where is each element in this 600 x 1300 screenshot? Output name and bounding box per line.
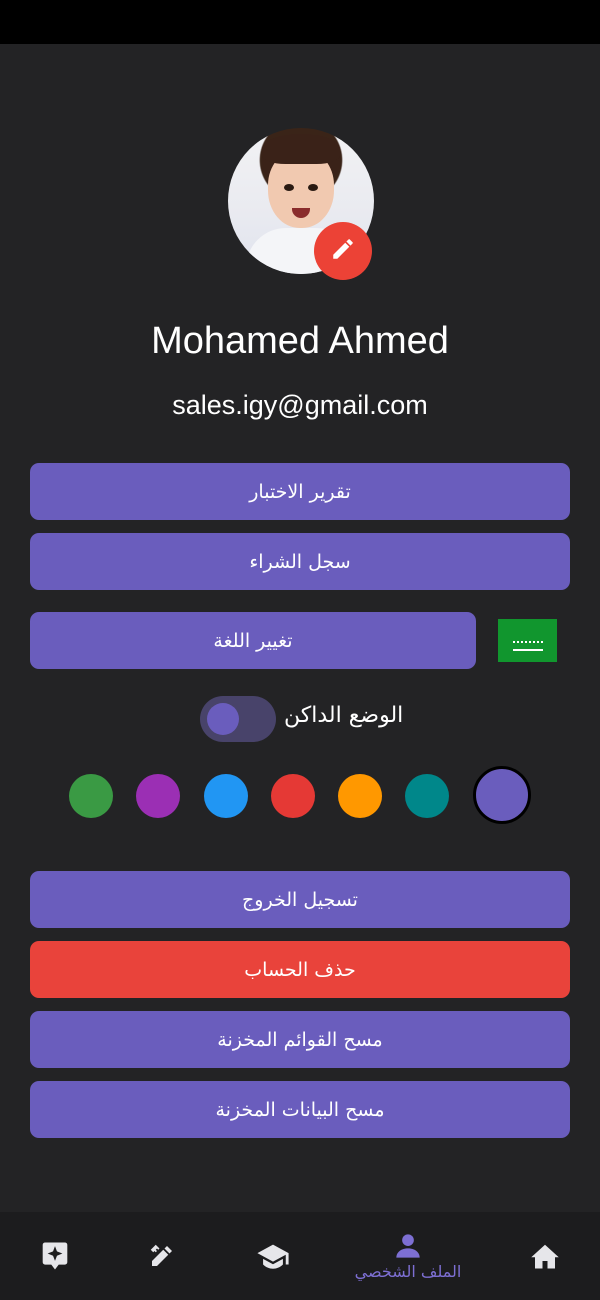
dark-mode-label: الوضع الداكن xyxy=(284,703,404,728)
test-report-button[interactable]: تقرير الاختبار xyxy=(30,463,570,520)
home-icon xyxy=(530,1242,560,1270)
user-name: Mohamed Ahmed xyxy=(151,320,449,362)
color-swatch-orange[interactable] xyxy=(338,774,382,818)
nav-item-home[interactable] xyxy=(495,1212,595,1300)
logout-button[interactable]: تسجيل الخروج xyxy=(30,871,570,928)
nav-item-ai[interactable] xyxy=(5,1212,105,1300)
theme-color-picker xyxy=(0,766,600,826)
color-swatch-blue[interactable] xyxy=(204,774,248,818)
clear-cached-data-button[interactable]: مسح البيانات المخزنة xyxy=(30,1081,570,1138)
change-language-button[interactable]: تغيير اللغة xyxy=(30,612,476,669)
color-swatch-green[interactable] xyxy=(69,774,113,818)
bottom-navigation: الملف الشخصي xyxy=(0,1212,600,1300)
dark-mode-row: الوضع الداكن xyxy=(200,696,420,746)
dark-mode-toggle[interactable] xyxy=(200,696,276,742)
avatar-container xyxy=(228,128,374,280)
edit-avatar-button[interactable] xyxy=(314,222,372,280)
status-bar xyxy=(0,0,600,44)
color-swatch-red[interactable] xyxy=(271,774,315,818)
nav-label-profile: الملف الشخصي xyxy=(354,1261,462,1281)
person-icon xyxy=(394,1232,422,1260)
toggle-knob xyxy=(207,703,239,735)
user-email: sales.igy@gmail.com xyxy=(172,390,428,420)
graduation-cap-icon xyxy=(256,1241,290,1271)
nav-item-courses[interactable] xyxy=(223,1212,323,1300)
color-swatch-indigo-selected[interactable] xyxy=(473,766,531,824)
delete-account-button[interactable]: حذف الحساب xyxy=(30,941,570,998)
purchase-history-button[interactable]: سجل الشراء xyxy=(30,533,570,590)
color-swatch-purple[interactable] xyxy=(136,774,180,818)
sparkle-card-icon xyxy=(40,1240,70,1272)
pencil-icon xyxy=(330,236,356,266)
clear-cached-lists-button[interactable]: مسح القوائم المخزنة xyxy=(30,1011,570,1068)
nav-item-profile[interactable]: الملف الشخصي xyxy=(355,1212,461,1300)
nav-item-exams[interactable] xyxy=(112,1212,212,1300)
saudi-flag-icon[interactable] xyxy=(498,619,557,662)
color-swatch-teal[interactable] xyxy=(405,774,449,818)
pencil-ruler-icon xyxy=(147,1241,177,1271)
